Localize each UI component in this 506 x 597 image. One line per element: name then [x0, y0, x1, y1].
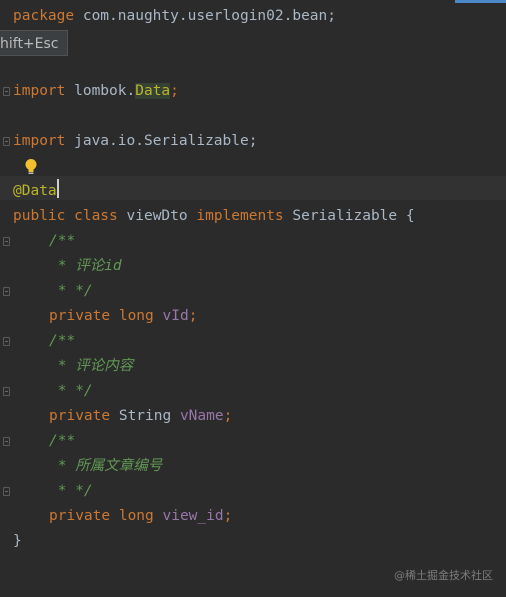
- field-name: vId: [153, 308, 189, 324]
- semicolon: ;: [170, 83, 179, 99]
- keyword-private: private: [49, 308, 111, 324]
- code-line-import-lombok[interactable]: import lombok.Data;: [13, 79, 179, 103]
- code-line-class-declaration[interactable]: public class viewDto implements Serializ…: [13, 204, 415, 228]
- keyword-import: import: [13, 83, 66, 99]
- fold-marker-icon[interactable]: [3, 237, 10, 246]
- field-vname[interactable]: private String vName;: [49, 404, 232, 428]
- close-brace: }: [13, 533, 22, 549]
- fold-marker-icon[interactable]: [3, 387, 10, 396]
- comment-close: * */: [49, 483, 93, 499]
- interface-name: Serializable: [283, 208, 398, 224]
- keyword-import: import: [13, 133, 66, 149]
- keyword-private: private: [49, 408, 111, 424]
- watermark: @稀土掘金技术社区: [394, 569, 493, 582]
- shortcut-hint-popup[interactable]: hift+Esc: [0, 30, 68, 56]
- field-view-id[interactable]: private long view_id;: [49, 504, 232, 528]
- code-line-package[interactable]: package com.naughty.userlogin02.bean;: [13, 4, 336, 28]
- semicolon: ;: [188, 308, 198, 324]
- comment-close: * */: [49, 283, 93, 299]
- import-path: java.io.Serializable;: [65, 133, 258, 149]
- active-tab-indicator: [455, 0, 506, 3]
- keyword-implements: implements: [187, 208, 284, 224]
- comment-text: * 评论内容: [49, 358, 134, 374]
- code-line-annotation[interactable]: @Data: [13, 179, 57, 203]
- import-path: lombok.: [65, 83, 136, 99]
- keyword-private: private: [49, 508, 111, 524]
- type-string: String: [110, 408, 172, 424]
- keyword-class: class: [65, 208, 118, 224]
- comment-open: /**: [49, 233, 76, 249]
- keyword-long: long: [110, 308, 154, 324]
- annotation-data: @Data: [13, 183, 57, 199]
- field-name: view_id: [153, 508, 224, 524]
- lightbulb-icon[interactable]: [24, 158, 38, 176]
- current-line-highlight: [0, 176, 506, 200]
- field-name: vName: [171, 408, 224, 424]
- fold-marker-icon[interactable]: [3, 87, 10, 96]
- fold-marker-icon[interactable]: [3, 487, 10, 496]
- comment-text: * 所属文章编号: [49, 458, 163, 474]
- fold-marker-icon[interactable]: [3, 287, 10, 296]
- package-name: com.naughty.userlogin02.bean;: [74, 8, 337, 24]
- comment-text: * 评论id: [49, 258, 122, 274]
- comment-open: /**: [49, 433, 76, 449]
- fold-marker-icon[interactable]: [3, 337, 10, 346]
- code-editor[interactable]: package com.naughty.userlogin02.bean; im…: [0, 0, 506, 597]
- keyword-package: package: [13, 8, 75, 24]
- keyword-long: long: [110, 508, 154, 524]
- fold-marker-icon[interactable]: [3, 437, 10, 446]
- code-line-import-serializable[interactable]: import java.io.Serializable;: [13, 129, 257, 153]
- text-caret: [57, 179, 59, 198]
- semicolon: ;: [223, 408, 233, 424]
- import-class-data: Data: [135, 83, 171, 99]
- comment-close: * */: [49, 383, 93, 399]
- comment-open: /**: [49, 333, 76, 349]
- class-name: viewDto: [117, 208, 188, 224]
- keyword-public: public: [13, 208, 66, 224]
- field-vid[interactable]: private long vId;: [49, 304, 197, 328]
- open-brace: {: [397, 208, 415, 224]
- semicolon: ;: [223, 508, 233, 524]
- fold-marker-icon[interactable]: [3, 137, 10, 146]
